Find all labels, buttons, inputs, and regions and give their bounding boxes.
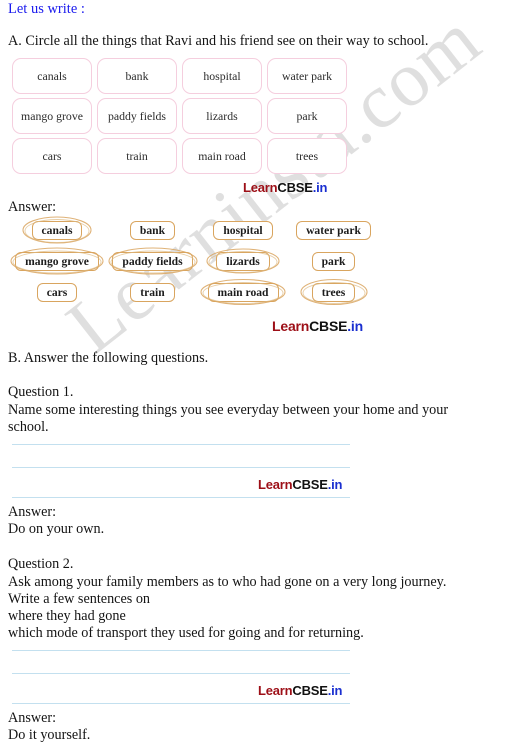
answer-word-box[interactable]: cars	[36, 282, 78, 302]
question-1-answer-label: Answer:	[8, 504, 57, 520]
answer-word-box[interactable]: hospital	[213, 220, 273, 240]
question-2-answer-text: Do it yourself.	[8, 727, 91, 743]
question-2-text-line3: where they had gone	[8, 608, 126, 624]
question-1-text-line1: Name some interesting things you see eve…	[8, 402, 449, 418]
document-page: Learninsta.com Let us write : A. Circle …	[0, 0, 512, 751]
word-box[interactable]: main road	[182, 138, 262, 174]
logo-in: .in	[312, 180, 328, 195]
logo-learn: Learn	[243, 180, 278, 195]
answer-word-box[interactable]: water park	[296, 220, 371, 240]
answer-word-box[interactable]: bank	[129, 220, 176, 240]
answer-cell: park	[291, 251, 376, 271]
word-choice-grid: canals bank hospital water park mango gr…	[12, 58, 347, 174]
answer-word-box[interactable]: lizards	[216, 251, 270, 271]
answer-rule-line	[12, 467, 350, 469]
answer-cell: paddy fields	[107, 247, 198, 275]
answer-rule-line	[12, 444, 350, 446]
word-box[interactable]: trees	[267, 138, 347, 174]
answer-word-box[interactable]: mango grove	[15, 251, 99, 271]
answer-rule-line	[12, 703, 350, 705]
word-box[interactable]: canals	[12, 58, 92, 94]
logo-in: .in	[327, 683, 343, 698]
logo-in: .in	[327, 477, 343, 492]
section-b-instruction: B. Answer the following questions.	[8, 350, 209, 366]
page-title: Let us write :	[8, 1, 85, 17]
logo-learn: Learn	[258, 683, 293, 698]
answer-cell: train	[110, 282, 195, 302]
section-a-instruction: A. Circle all the things that Ravi and h…	[8, 33, 429, 49]
logo-cbse: CBSE	[309, 318, 348, 334]
question-2-answer-label: Answer:	[8, 710, 57, 726]
word-box[interactable]: train	[97, 138, 177, 174]
learncbse-logo: LearnCBSE.in	[243, 180, 328, 195]
word-box[interactable]: mango grove	[12, 98, 92, 134]
section-a-answer-label: Answer:	[8, 199, 57, 215]
answer-word-box[interactable]: main road	[207, 282, 279, 302]
word-box[interactable]: bank	[97, 58, 177, 94]
logo-cbse: CBSE	[292, 683, 328, 698]
answer-cell: canals	[12, 216, 102, 244]
word-box[interactable]: water park	[267, 58, 347, 94]
logo-cbse: CBSE	[277, 180, 313, 195]
answer-rule-line	[12, 497, 350, 499]
answer-cell: hospital	[203, 220, 283, 240]
answer-word-box[interactable]: train	[130, 282, 175, 302]
question-1-answer-text: Do on your own.	[8, 521, 105, 537]
logo-learn: Learn	[272, 318, 310, 334]
question-2-text-line4: which mode of transport they used for go…	[8, 625, 364, 641]
word-box[interactable]: paddy fields	[97, 98, 177, 134]
answer-cell: cars	[12, 282, 102, 302]
answer-word-box[interactable]: trees	[311, 282, 356, 302]
answer-cell: water park	[291, 220, 376, 240]
logo-cbse: CBSE	[292, 477, 328, 492]
answer-cell: lizards	[203, 248, 283, 274]
word-box[interactable]: cars	[12, 138, 92, 174]
question-2-number: Question 2.	[8, 556, 74, 572]
answer-cell: bank	[110, 220, 195, 240]
logo-learn: Learn	[258, 477, 293, 492]
answer-cell: trees	[291, 278, 376, 306]
word-box[interactable]: lizards	[182, 98, 262, 134]
question-2-text-line2: Write a few sentences on	[8, 591, 151, 607]
answer-rule-line	[12, 650, 350, 652]
learncbse-logo: LearnCBSE.in	[258, 477, 343, 492]
logo-in: .in	[347, 318, 363, 334]
answer-cell: main road	[200, 278, 286, 306]
answer-word-box[interactable]: paddy fields	[112, 251, 193, 271]
answer-cell: mango grove	[10, 247, 104, 275]
word-box[interactable]: park	[267, 98, 347, 134]
learncbse-logo: LearnCBSE.in	[272, 318, 363, 334]
answer-word-box[interactable]: park	[311, 251, 356, 271]
answer-rule-line	[12, 673, 350, 675]
learncbse-logo: LearnCBSE.in	[258, 683, 343, 698]
question-1-number: Question 1.	[8, 384, 74, 400]
answer-word-box[interactable]: canals	[31, 220, 83, 240]
question-2-text-line1: Ask among your family members as to who …	[8, 574, 447, 590]
question-1-text-line2: school.	[8, 419, 49, 435]
answer-word-grid: canals bank hospital water park mango gr…	[10, 216, 376, 306]
word-box[interactable]: hospital	[182, 58, 262, 94]
